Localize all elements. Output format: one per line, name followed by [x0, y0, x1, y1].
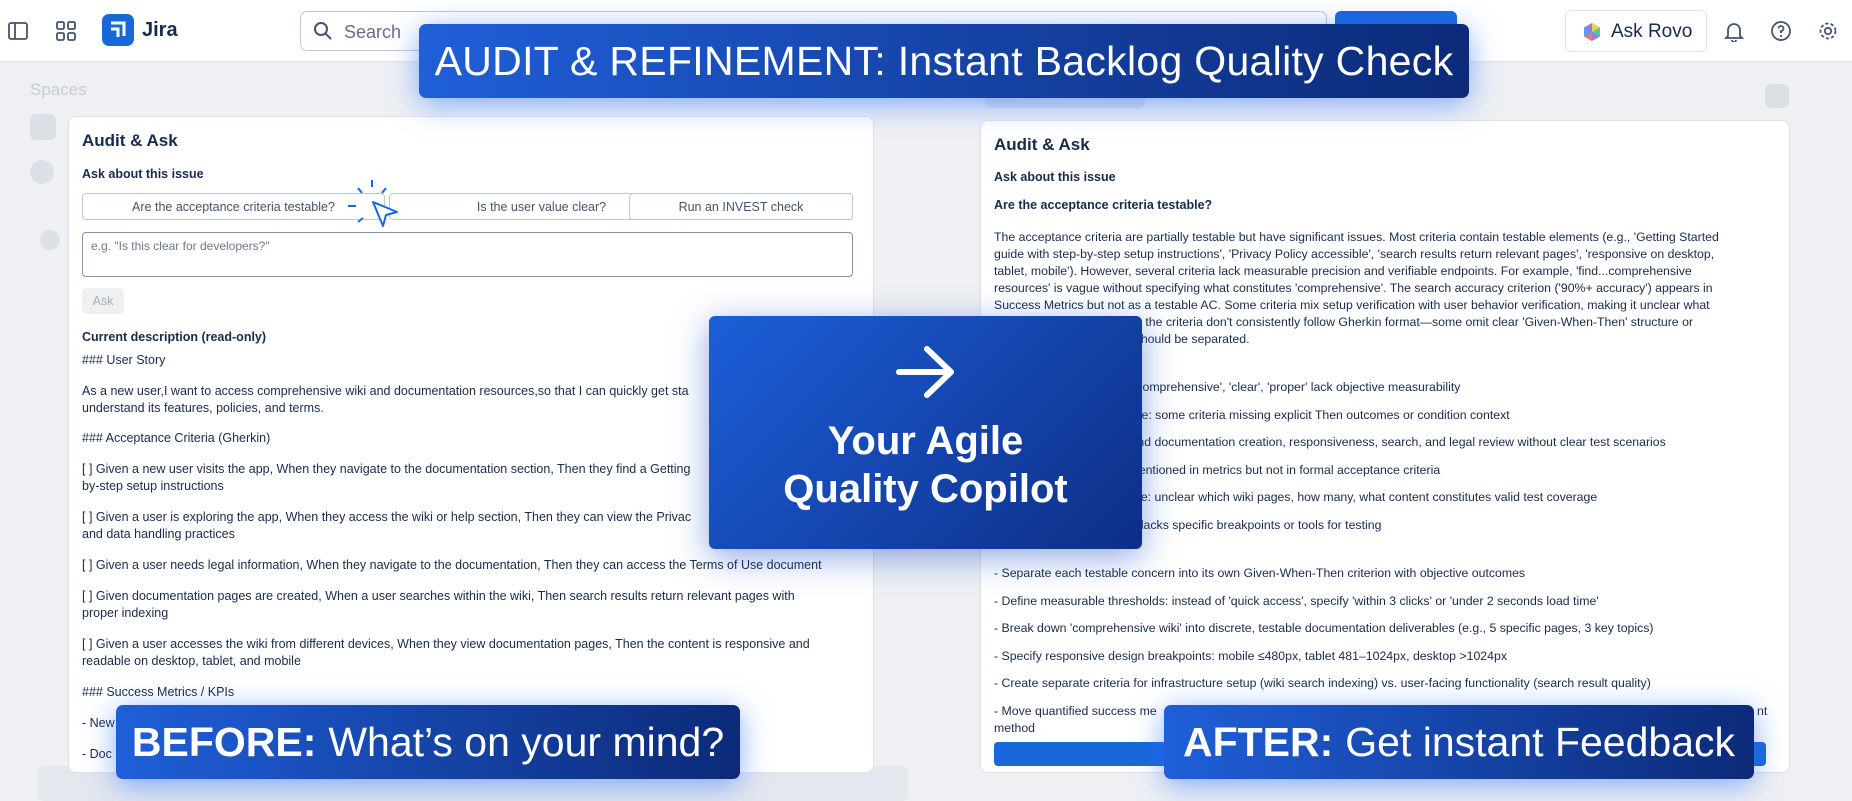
- before-text: What’s on your mind?: [328, 718, 725, 765]
- description-line: [ ] Given documentation pages are create…: [82, 589, 795, 603]
- panel-title: Audit & Ask: [994, 135, 1090, 154]
- answer-line: nt: [1757, 704, 1768, 718]
- sidebar-toggle-icon[interactable]: [2, 15, 34, 47]
- description-line: [ ] Given a user needs legal information…: [82, 558, 822, 572]
- answer-line: - Separate each testable concern into it…: [994, 566, 1526, 580]
- ask-heading: Ask about this issue: [994, 170, 1116, 184]
- after-banner: AFTER: Get instant Feedback: [1164, 705, 1754, 779]
- headline-banner: AUDIT & REFINEMENT: Instant Backlog Qual…: [419, 24, 1469, 98]
- ask-button[interactable]: Ask: [82, 288, 124, 314]
- ask-rovo-label: Ask Rovo: [1611, 21, 1693, 42]
- search-placeholder: Search: [344, 22, 402, 42]
- description-heading: Current description (read-only): [82, 330, 267, 344]
- answer-line: ally, the criteria don't consistently fo…: [1121, 315, 1693, 329]
- chip-acceptance-criteria[interactable]: Are the acceptance criteria testable?: [82, 193, 385, 220]
- ask-heading: Ask about this issue: [82, 167, 204, 181]
- question-input[interactable]: e.g. "Is this clear for developers?": [82, 232, 853, 277]
- answer-line: guide with step-by-step setup instructio…: [994, 247, 1715, 261]
- answer-line: ) mentioned in metrics but not in formal…: [1121, 463, 1441, 477]
- headline-text: AUDIT & REFINEMENT: Instant Backlog Qual…: [434, 37, 1454, 84]
- description-line: readable on desktop, tablet, and mobile: [82, 654, 301, 668]
- gear-icon[interactable]: [1812, 15, 1844, 47]
- asked-question: Are the acceptance criteria testable?: [994, 198, 1213, 212]
- ask-rovo-button[interactable]: Ask Rovo: [1565, 10, 1707, 52]
- copilot-title-line2: Quality Copilot: [783, 467, 1068, 511]
- app-switcher-icon[interactable]: [50, 15, 82, 47]
- search-icon: [313, 21, 333, 46]
- app-name[interactable]: Jira: [142, 19, 178, 42]
- before-banner: BEFORE: What’s on your mind?: [116, 705, 740, 779]
- answer-line: - Break down 'comprehensive wiki' into d…: [994, 621, 1654, 635]
- background-icon: [1765, 84, 1789, 108]
- rovo-logo-icon: [1582, 22, 1602, 42]
- answer-line: - Create separate criteria for infrastru…: [994, 676, 1651, 690]
- answer-line: ion lacks specific breakpoints or tools …: [1121, 518, 1382, 532]
- answer-line: - Define measurable thresholds: instead …: [994, 594, 1599, 608]
- panel-title: Audit & Ask: [82, 131, 178, 150]
- answer-line: s: 'comprehensive', 'clear', 'proper' la…: [1121, 380, 1461, 394]
- bell-icon[interactable]: [1718, 15, 1750, 47]
- background-avatar: [30, 114, 56, 140]
- click-cursor-icon: [346, 178, 402, 241]
- help-icon[interactable]: [1765, 15, 1797, 47]
- description-line: [ ] Given a user accesses the wiki from …: [82, 637, 810, 651]
- copilot-card: Your Agile Quality Copilot: [709, 316, 1142, 549]
- arrow-right-icon: [895, 344, 957, 405]
- answer-line: resources' is vague without specifying w…: [994, 281, 1713, 295]
- answer-line: cture: some criteria missing explicit Th…: [1121, 408, 1510, 422]
- description-line: proper indexing: [82, 606, 169, 620]
- question-placeholder: e.g. "Is this clear for developers?": [91, 239, 270, 253]
- description-line: ### Success Metrics / KPIs: [82, 685, 235, 699]
- answer-line: The acceptance criteria are partially te…: [994, 230, 1719, 244]
- answer-line: cope: unclear which wiki pages, how many…: [1121, 490, 1598, 504]
- jira-logo-icon[interactable]: [102, 14, 134, 46]
- sidebar-spaces-label: Spaces: [30, 80, 87, 99]
- copilot-title-line1: Your Agile: [827, 419, 1024, 463]
- chip-invest-check[interactable]: Run an INVEST check: [629, 193, 853, 220]
- before-label: BEFORE:: [131, 718, 317, 765]
- after-text: Get instant Feedback: [1345, 718, 1736, 765]
- answer-line: at should be separated.: [1121, 332, 1250, 346]
- answer-line: Success Metrics but not as a testable AC…: [994, 298, 1710, 312]
- background-avatar: [30, 160, 54, 184]
- answer-line: blend documentation creation, responsive…: [1121, 435, 1666, 449]
- after-label: AFTER:: [1182, 718, 1334, 765]
- answer-line: - Specify responsive design breakpoints:…: [994, 649, 1507, 663]
- answer-line: tablet, mobile'). However, several crite…: [994, 264, 1692, 278]
- background-search-icon: [40, 230, 60, 250]
